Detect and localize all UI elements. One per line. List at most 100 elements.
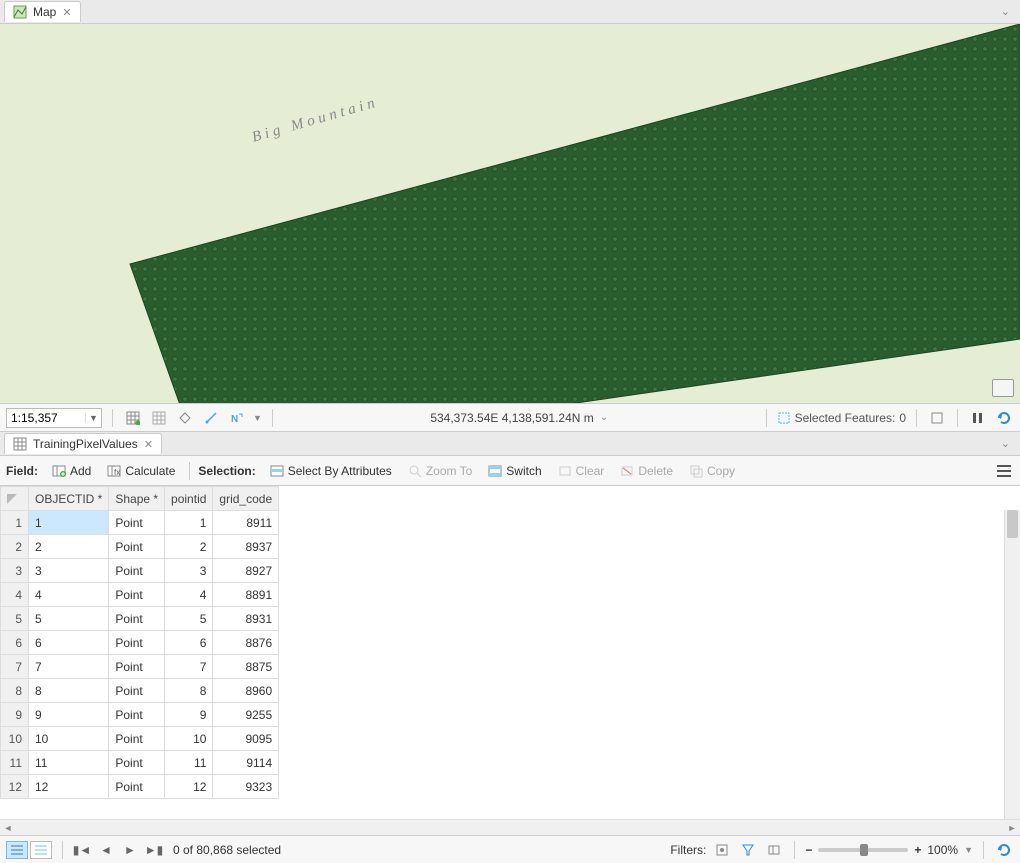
cell-shape[interactable]: Point [109,511,165,535]
cell-pointid[interactable]: 4 [165,583,213,607]
row-header[interactable]: 2 [1,535,29,559]
row-header[interactable]: 1 [1,511,29,535]
refresh-icon[interactable] [994,408,1014,428]
table-row[interactable]: 88Point88960 [1,679,279,703]
cell-objectid[interactable]: 3 [29,559,109,583]
cell-pointid[interactable]: 6 [165,631,213,655]
cell-pointid[interactable]: 1 [165,511,213,535]
cell-pointid[interactable]: 3 [165,559,213,583]
cell-shape[interactable]: Point [109,631,165,655]
table-row[interactable]: 1212Point129323 [1,775,279,799]
grid-icon[interactable] [149,408,169,428]
row-header[interactable]: 11 [1,751,29,775]
cell-objectid[interactable]: 9 [29,703,109,727]
cell-pointid[interactable]: 5 [165,607,213,631]
row-header[interactable]: 10 [1,727,29,751]
constraints-icon[interactable] [175,408,195,428]
scale-combo[interactable]: ▼ [6,408,102,428]
close-icon[interactable]: ✕ [144,438,153,451]
cell-shape[interactable]: Point [109,607,165,631]
cell-objectid[interactable]: 5 [29,607,109,631]
cell-pointid[interactable]: 8 [165,679,213,703]
row-header[interactable]: 3 [1,559,29,583]
add-field-button[interactable]: Add [46,462,97,480]
cell-gridcode[interactable]: 9114 [213,751,279,775]
row-header[interactable]: 7 [1,655,29,679]
chevron-down-icon[interactable]: ⌄ [995,5,1016,18]
select-by-attributes-button[interactable]: Select By Attributes [264,462,398,480]
cell-pointid[interactable]: 11 [165,751,213,775]
filter-range-icon[interactable] [764,840,784,860]
horizontal-scrollbar[interactable]: ◄ ► [0,819,1020,835]
close-icon[interactable]: ✕ [62,6,71,19]
row-header[interactable]: 6 [1,631,29,655]
table-row[interactable]: 1111Point119114 [1,751,279,775]
frame-icon[interactable] [927,408,947,428]
row-header[interactable]: 5 [1,607,29,631]
switch-selection-button[interactable]: Switch [482,462,547,480]
cell-gridcode[interactable]: 8876 [213,631,279,655]
cell-shape[interactable]: Point [109,679,165,703]
cell-pointid[interactable]: 9 [165,703,213,727]
cell-objectid[interactable]: 4 [29,583,109,607]
cell-shape[interactable]: Point [109,535,165,559]
table-row[interactable]: 55Point58931 [1,607,279,631]
table-tab[interactable]: TrainingPixelValues ✕ [4,433,162,454]
row-header[interactable]: 8 [1,679,29,703]
cell-shape[interactable]: Point [109,583,165,607]
cell-objectid[interactable]: 7 [29,655,109,679]
correction-icon[interactable]: N [227,408,247,428]
column-header-objectid[interactable]: OBJECTID * [29,487,109,511]
chevron-down-icon[interactable]: ⌄ [995,437,1016,450]
filter-time-icon[interactable] [738,840,758,860]
chevron-down-icon[interactable]: ⌄ [600,412,608,423]
cell-shape[interactable]: Point [109,727,165,751]
cell-objectid[interactable]: 10 [29,727,109,751]
table-row[interactable]: 22Point28937 [1,535,279,559]
cell-shape[interactable]: Point [109,559,165,583]
cell-objectid[interactable]: 11 [29,751,109,775]
table-row[interactable]: 66Point68876 [1,631,279,655]
table-row[interactable]: 77Point78875 [1,655,279,679]
row-header[interactable]: 9 [1,703,29,727]
table-row[interactable]: 99Point99255 [1,703,279,727]
zoom-out-button[interactable]: − [805,843,812,857]
cell-pointid[interactable]: 7 [165,655,213,679]
table-row[interactable]: 11Point18911 [1,511,279,535]
chevron-down-icon[interactable]: ▼ [85,413,101,423]
cell-gridcode[interactable]: 8875 [213,655,279,679]
select-all-header[interactable] [1,487,29,511]
map-mode-badge[interactable] [992,379,1014,397]
cell-gridcode[interactable]: 8927 [213,559,279,583]
first-record-button[interactable]: ▮◄ [73,841,91,859]
calculate-field-button[interactable]: fx Calculate [101,462,181,480]
menu-icon[interactable] [994,461,1014,481]
cell-gridcode[interactable]: 9255 [213,703,279,727]
row-header[interactable]: 4 [1,583,29,607]
attribute-table[interactable]: OBJECTID * Shape * pointid grid_code 11P… [0,486,1020,819]
cell-shape[interactable]: Point [109,751,165,775]
scale-input[interactable] [7,411,85,425]
cell-objectid[interactable]: 12 [29,775,109,799]
map-canvas[interactable]: Big Mountain [0,24,1020,404]
column-header-pointid[interactable]: pointid [165,487,213,511]
column-header-shape[interactable]: Shape * [109,487,165,511]
zoom-in-button[interactable]: + [914,843,921,857]
cell-objectid[interactable]: 1 [29,511,109,535]
cell-objectid[interactable]: 6 [29,631,109,655]
cell-gridcode[interactable]: 8891 [213,583,279,607]
last-record-button[interactable]: ►▮ [145,841,163,859]
table-row[interactable]: 44Point48891 [1,583,279,607]
cell-gridcode[interactable]: 9095 [213,727,279,751]
vertical-scrollbar[interactable] [1004,510,1020,819]
column-header-gridcode[interactable]: grid_code [213,487,279,511]
show-selected-records-button[interactable] [30,841,52,859]
cell-shape[interactable]: Point [109,703,165,727]
cell-pointid[interactable]: 10 [165,727,213,751]
cell-pointid[interactable]: 12 [165,775,213,799]
cell-gridcode[interactable]: 9323 [213,775,279,799]
next-record-button[interactable]: ► [121,841,139,859]
snap-grid-icon[interactable] [123,408,143,428]
cell-gridcode[interactable]: 8911 [213,511,279,535]
zoom-slider[interactable]: − + [805,843,921,857]
